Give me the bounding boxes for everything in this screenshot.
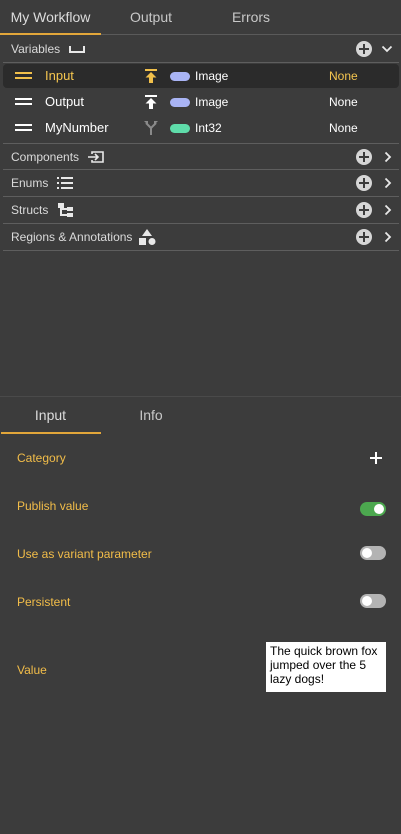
active-tab-indicator [0, 33, 101, 35]
variable-type: Int32 [195, 121, 222, 135]
regions-section-header[interactable]: Regions & Annotations [3, 224, 399, 251]
variant-parameter-toggle[interactable] [360, 546, 386, 560]
variable-value: None [329, 121, 358, 135]
add-enum-icon[interactable] [356, 175, 372, 191]
branch-icon [144, 121, 158, 135]
value-text-field[interactable]: The quick brown fox jumped over the 5 la… [266, 642, 386, 692]
components-section-header[interactable]: Components [3, 143, 399, 170]
tab-info[interactable]: Info [101, 397, 201, 434]
type-color-pill [170, 124, 190, 133]
variable-row[interactable]: MyNumber Int32 None [3, 116, 399, 140]
chevron-right-icon[interactable] [384, 231, 392, 243]
inspector-tabs: Input Info [0, 397, 401, 434]
variable-name: Output [45, 94, 85, 109]
persistent-label: Persistent [17, 595, 71, 609]
publish-value-label: Publish value [17, 499, 89, 513]
variable-value: None [329, 95, 358, 109]
add-component-icon[interactable] [356, 149, 372, 165]
tab-output[interactable]: Output [101, 0, 201, 35]
add-region-icon[interactable] [356, 229, 372, 245]
variant-parameter-label: Use as variant parameter [17, 547, 152, 561]
input-direction-icon [145, 69, 157, 83]
add-variable-icon[interactable] [356, 41, 372, 57]
variable-row[interactable]: Output Image None [3, 90, 399, 114]
section-label: Components [11, 150, 80, 164]
chevron-right-icon[interactable] [384, 204, 392, 216]
section-label: Enums [11, 176, 49, 190]
category-label: Category [17, 451, 66, 465]
chevron-right-icon[interactable] [384, 177, 392, 189]
chevron-right-icon[interactable] [384, 151, 392, 163]
tab-input[interactable]: Input [0, 397, 101, 434]
persistent-toggle[interactable] [360, 594, 386, 608]
chevron-down-icon[interactable] [381, 45, 393, 53]
struct-icon [58, 203, 73, 217]
workflow-tabs: My Workflow Output Errors [0, 0, 401, 35]
variable-row[interactable]: Input Image None [3, 64, 399, 88]
variable-name: Input [45, 68, 74, 83]
tab-errors[interactable]: Errors [201, 0, 301, 35]
component-icon [88, 151, 104, 163]
tab-my-workflow[interactable]: My Workflow [0, 0, 101, 35]
drag-handle-icon[interactable] [15, 98, 32, 106]
enums-section-header[interactable]: Enums [3, 170, 399, 197]
list-icon [57, 177, 73, 189]
drag-handle-icon[interactable] [15, 72, 32, 80]
type-color-pill [170, 72, 190, 81]
variable-type: Image [195, 95, 229, 109]
type-color-pill [170, 98, 190, 107]
value-label: Value [17, 663, 47, 677]
structs-section-header[interactable]: Structs [3, 197, 399, 224]
shapes-icon [139, 229, 156, 245]
variable-type: Image [195, 69, 229, 83]
publish-value-toggle[interactable] [360, 502, 386, 516]
section-label: Structs [11, 203, 49, 217]
variable-name: MyNumber [45, 120, 109, 135]
variables-section-header[interactable]: Variables [3, 36, 399, 63]
add-category-icon[interactable] [369, 451, 383, 465]
variables-icon [69, 46, 85, 53]
section-label: Regions & Annotations [11, 230, 133, 244]
section-label: Variables [11, 42, 61, 56]
drag-handle-icon[interactable] [15, 124, 32, 132]
variable-value: None [329, 69, 358, 83]
active-tab-indicator [1, 432, 101, 434]
add-struct-icon[interactable] [356, 202, 372, 218]
output-direction-icon [145, 95, 157, 109]
